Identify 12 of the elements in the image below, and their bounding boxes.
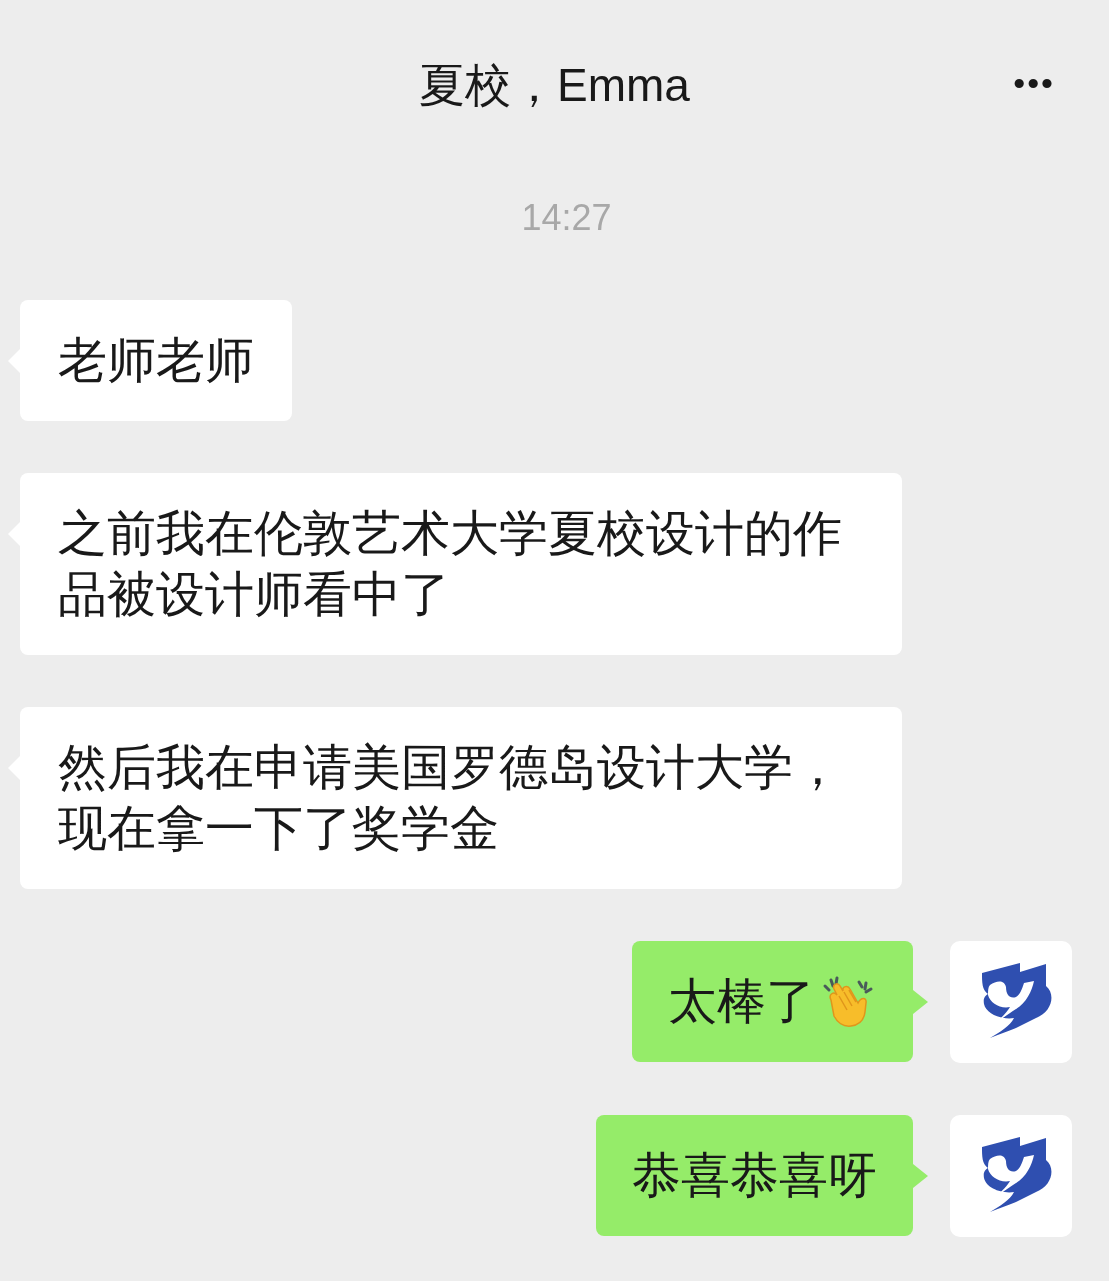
message-bubble: 太棒了 [632,941,913,1062]
message-bubble: 之前我在伦敦艺术大学夏校设计的作品被设计师看中了 [20,473,902,655]
more-button[interactable]: ••• [1009,58,1059,108]
timestamp: 14:27 [520,196,612,240]
message-bubble: 然后我在申请美国罗德岛设计大学，现在拿一下了奖学金 [20,707,902,889]
avatar[interactable] [950,1115,1072,1237]
message-bubble: 恭喜恭喜呀 [596,1115,913,1236]
chat-title: 夏校，Emma [419,57,690,113]
avatar[interactable] [950,941,1072,1063]
bubble-tail [913,990,928,1014]
message-bubble: 老师老师 [20,300,292,421]
bubble-tail [913,1164,928,1188]
